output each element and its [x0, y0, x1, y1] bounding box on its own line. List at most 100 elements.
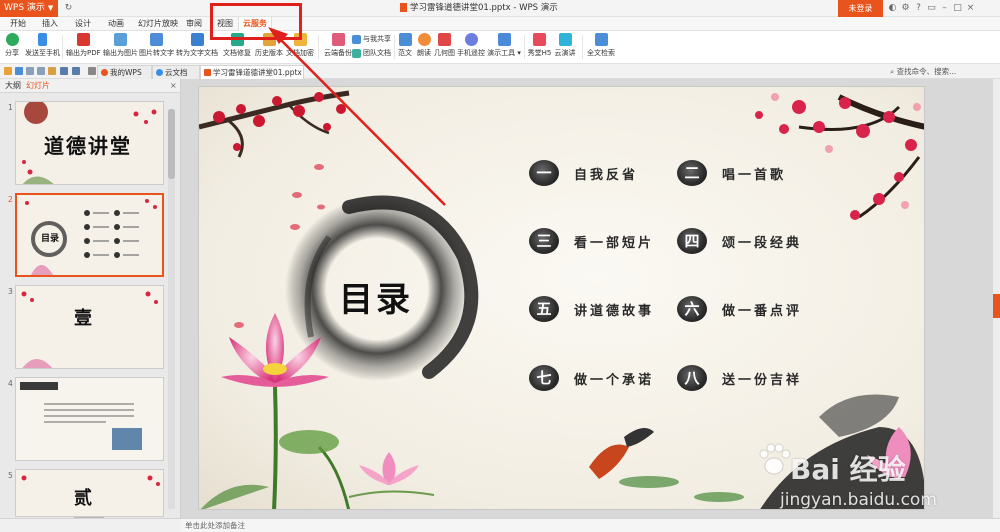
toc-item-4: 四 颂一段经典	[677, 228, 857, 254]
command-search-text: 查找命令、搜索...	[896, 67, 957, 76]
tab-animation[interactable]: 动画	[103, 17, 129, 31]
shared-with-me-button[interactable]: 与我共享	[352, 34, 396, 46]
phone-remote-button[interactable]: 手机遥控	[457, 33, 485, 61]
save-icon[interactable]	[15, 67, 23, 75]
slide-thumbnail-4[interactable]	[15, 377, 164, 461]
print-icon[interactable]	[26, 67, 34, 75]
ribbon-toolbar: 分享 发送至手机 输出为PDF 输出为图片 图片转文字 转为文字文档 文档修复 …	[0, 31, 1000, 64]
pptx-file-icon	[400, 3, 407, 12]
toc-text: 自我反省	[574, 168, 639, 183]
settings-icon[interactable]: ⚙	[899, 0, 912, 17]
history-label: 历史版本	[255, 49, 283, 57]
refresh-icon[interactable]: ↻	[62, 0, 75, 17]
baidu-watermark: Bai 经验 jingyan.baidu.com	[759, 440, 970, 520]
team-docs-button[interactable]: 团队文档	[352, 48, 396, 60]
slide-thumbnail-5[interactable]: 贰	[15, 469, 164, 517]
ribbon-divider	[582, 35, 583, 59]
template-icon	[398, 33, 412, 46]
close-icon[interactable]: ×	[170, 79, 177, 93]
cloud-backup-button[interactable]: 云端备份	[322, 33, 354, 61]
share-folder-icon	[352, 34, 361, 44]
cloud-speech-button[interactable]: 云演讲	[554, 33, 576, 61]
minimize-ribbon-icon[interactable]: ▭	[925, 0, 938, 17]
tab-cloud-docs[interactable]: 云文档	[152, 65, 200, 79]
format-painter-icon[interactable]	[48, 67, 56, 75]
pdf-icon	[76, 33, 90, 46]
title-quick-icons: ↻	[62, 0, 75, 17]
toc-number-badge: 七	[529, 365, 559, 391]
command-search[interactable]: ⌕ 查找命令、搜索...	[890, 64, 956, 79]
slides-scrollbar[interactable]	[168, 109, 175, 509]
notes-pane[interactable]: 单击此处添加备注	[181, 518, 1000, 532]
export-img-label: 输出为图片	[103, 49, 138, 57]
slide-thumbnail-1[interactable]: 道德讲堂	[15, 101, 164, 185]
app-menu-button[interactable]: WPS 演示 ▼	[0, 0, 58, 17]
read-aloud-button[interactable]: 朗读	[416, 33, 432, 61]
tab-slides[interactable]: 幻灯片	[26, 79, 50, 93]
geometry-label: 几何图	[434, 49, 455, 57]
search-icon: ⌕	[890, 67, 897, 76]
tab-slideshow[interactable]: 幻灯片放映	[133, 17, 183, 31]
send-phone-label: 发送至手机	[25, 49, 60, 57]
team-icon	[352, 48, 361, 58]
scrollbar-handle[interactable]	[993, 294, 1000, 318]
redo-icon[interactable]	[72, 67, 80, 75]
undo-icon[interactable]	[60, 67, 68, 75]
tab-insert[interactable]: 插入	[37, 17, 63, 31]
to-doc-label: 转为文字文档	[176, 49, 218, 57]
slide-title: 目录	[339, 280, 413, 320]
export-image-button[interactable]: 输出为图片	[103, 33, 138, 61]
template-button[interactable]: 范文	[397, 33, 413, 61]
slide-number: 5	[8, 471, 13, 480]
tab-design[interactable]: 设计	[70, 17, 96, 31]
skin-icon[interactable]: ◐	[886, 0, 899, 17]
tab-outline[interactable]: 大纲	[5, 79, 21, 93]
quick-menu-icon[interactable]	[88, 67, 96, 75]
geometry-button[interactable]: 几何图	[434, 33, 455, 61]
toc-number-badge: 六	[677, 296, 707, 322]
image-to-text-button[interactable]: 图片转文字	[139, 33, 174, 61]
login-button[interactable]: 未登录	[838, 0, 883, 17]
help-icon[interactable]: ?	[912, 0, 925, 17]
thumbnail-art	[17, 195, 162, 275]
tab-start[interactable]: 开始	[4, 17, 32, 31]
present-tools-button[interactable]: 演示工具 ▾	[487, 33, 521, 61]
scrollbar-thumb[interactable]	[168, 109, 175, 179]
slide-thumbnail-2[interactable]: 目录	[15, 193, 164, 277]
minimize-icon[interactable]: –	[938, 0, 951, 17]
slide-number: 1	[8, 103, 13, 112]
tab-review[interactable]: 审阅	[181, 17, 207, 31]
slide-number: 4	[8, 379, 13, 388]
left-status-area	[0, 518, 181, 532]
slide-thumbnail-3[interactable]: 壹	[15, 285, 164, 369]
export-pdf-button[interactable]: 输出为PDF	[66, 33, 101, 61]
present-tools-icon	[497, 33, 511, 46]
slide-number: 3	[8, 287, 13, 296]
tab-current-doc[interactable]: 学习雷锋道德讲堂01.pptx	[200, 65, 304, 79]
toc-item-2: 二 唱一首歌	[677, 160, 857, 186]
thumbnail-chapter: 贰	[74, 488, 92, 509]
tab-my-wps[interactable]: 我的WPS	[97, 65, 152, 79]
toc-text: 做一个承诺	[574, 373, 655, 388]
send-to-phone-button[interactable]: 发送至手机	[25, 33, 60, 61]
fulltext-search-button[interactable]: 全文检索	[586, 33, 616, 61]
maximize-icon[interactable]: □	[951, 0, 964, 17]
share-button[interactable]: 分享	[3, 33, 21, 61]
close-icon[interactable]: ×	[964, 0, 977, 17]
fulltext-label: 全文检索	[587, 49, 615, 57]
annotation-highlight-box	[210, 3, 302, 40]
toc-text: 送一份吉祥	[722, 373, 803, 388]
print-preview-icon[interactable]	[37, 67, 45, 75]
paw-logo-icon	[759, 443, 791, 475]
xiutang-h5-button[interactable]: 秀堂H5	[527, 33, 552, 61]
tab-current-doc-label: 学习雷锋道德讲堂01.pptx	[213, 68, 302, 77]
tab-my-wps-label: 我的WPS	[110, 68, 142, 77]
editor-scrollbar[interactable]	[993, 79, 1000, 518]
open-folder-icon[interactable]	[4, 67, 12, 75]
slides-panel: 大纲 幻灯片 × 1 道德讲堂 2 目录 3 壹 4 5 贰	[0, 79, 181, 531]
pptx-file-icon	[204, 69, 211, 76]
window-title: 学习雷锋道德讲堂01.pptx - WPS 演示	[400, 0, 640, 17]
template-label: 范文	[398, 49, 412, 57]
slides-panel-header: 大纲 幻灯片 ×	[0, 79, 180, 93]
thumbnail-chapter: 壹	[74, 308, 92, 329]
